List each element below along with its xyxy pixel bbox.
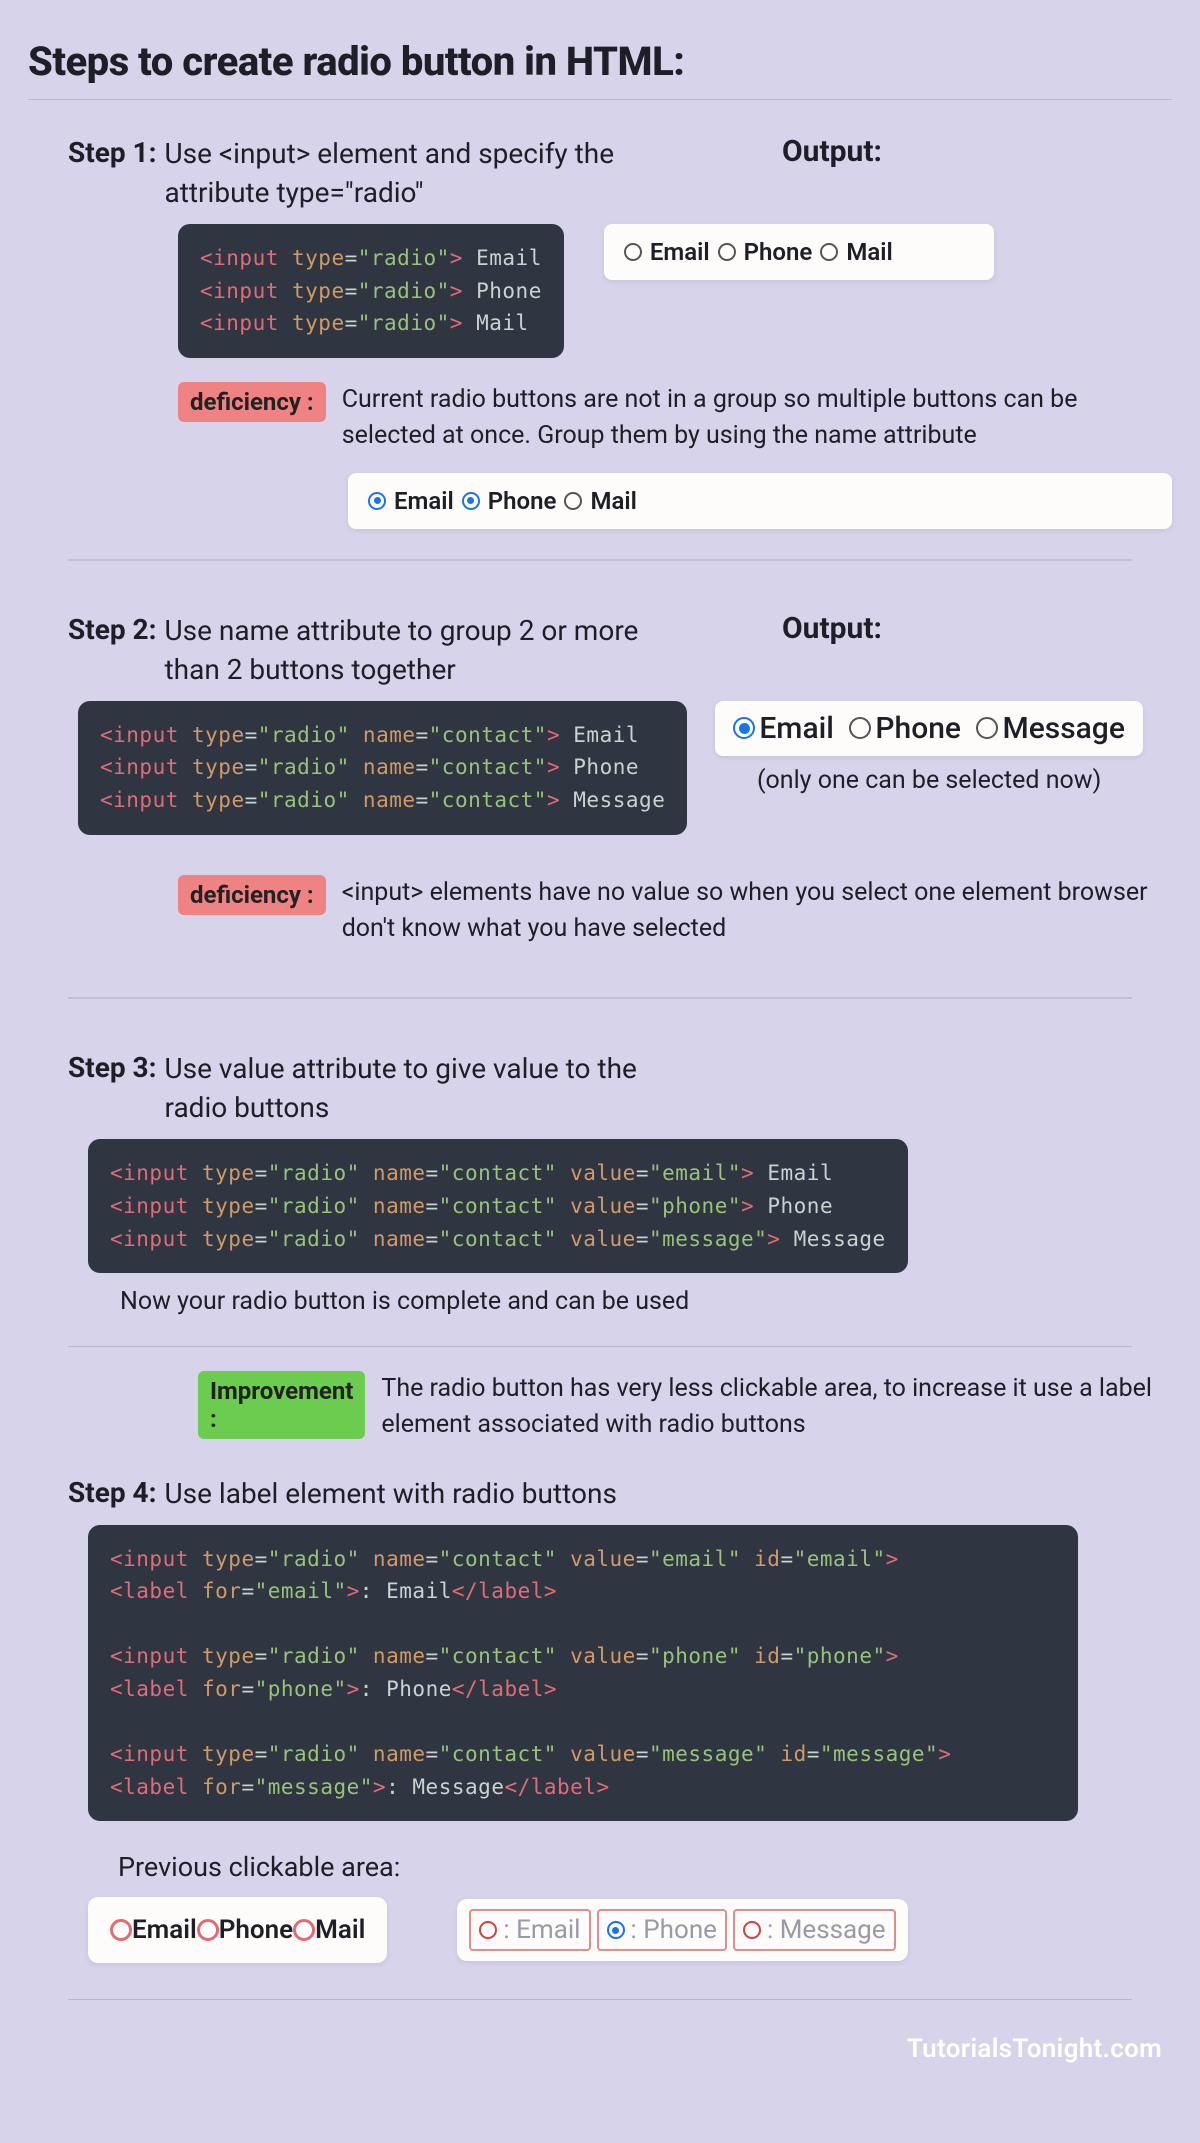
radio-label: Phone bbox=[488, 487, 557, 515]
divider bbox=[28, 99, 1172, 100]
radio-icon[interactable] bbox=[733, 717, 755, 739]
radio-icon[interactable] bbox=[462, 492, 480, 510]
radio-icon[interactable] bbox=[293, 1919, 315, 1941]
new-clickable-demo: : Email : Phone : Message bbox=[457, 1899, 907, 1961]
page-title: Steps to create radio button in HTML: bbox=[28, 38, 1172, 85]
radio-icon[interactable] bbox=[607, 1921, 625, 1939]
step1-code: <input type="radio"> Email<input type="r… bbox=[178, 224, 564, 358]
radio-label: Email bbox=[394, 487, 454, 515]
step2-output: Email Phone Message bbox=[715, 701, 1143, 756]
radio-icon[interactable] bbox=[564, 492, 582, 510]
label-area[interactable]: : Phone bbox=[597, 1909, 727, 1951]
radio-label: Phone bbox=[219, 1915, 293, 1945]
previous-clickable-demo: Email Phone Mail bbox=[88, 1897, 387, 1963]
step2-code: <input type="radio" name="contact"> Emai… bbox=[78, 701, 687, 835]
divider bbox=[68, 1999, 1132, 2000]
deficiency-badge: deficiency : bbox=[178, 875, 326, 915]
step3-note: Now your radio button is complete and ca… bbox=[120, 1287, 1172, 1316]
step2-text: Use name attribute to group 2 or more th… bbox=[165, 611, 655, 689]
radio-label: Mail bbox=[315, 1915, 365, 1945]
radio-label: Mail bbox=[846, 238, 892, 266]
radio-label: Phone bbox=[744, 238, 813, 266]
step3-code: <input type="radio" name="contact" value… bbox=[88, 1139, 908, 1273]
step3-improvement: The radio button has very less clickable… bbox=[381, 1371, 1172, 1444]
radio-icon[interactable] bbox=[743, 1921, 761, 1939]
radio-label: Message bbox=[1002, 711, 1124, 746]
radio-icon[interactable] bbox=[479, 1921, 497, 1939]
improvement-badge: Improvement : bbox=[198, 1371, 365, 1439]
output-label: Output: bbox=[782, 134, 1172, 169]
step1-deficiency-demo: Email Phone Mail bbox=[348, 473, 1172, 529]
deficiency-badge: deficiency : bbox=[178, 382, 326, 422]
output-label: Output: bbox=[782, 611, 1172, 646]
step4-code: <input type="radio" name="contact" value… bbox=[88, 1525, 1078, 1821]
step4-label: Step 4: bbox=[68, 1476, 157, 1509]
radio-label: Email bbox=[759, 711, 834, 746]
radio-label: Phone bbox=[875, 711, 961, 746]
label-area[interactable]: : Email bbox=[469, 1909, 590, 1951]
radio-icon[interactable] bbox=[110, 1919, 132, 1941]
radio-icon[interactable] bbox=[849, 717, 871, 739]
step3-label: Step 3: bbox=[68, 1051, 157, 1084]
radio-icon[interactable] bbox=[820, 243, 838, 261]
step1-text: Use <input> element and specify the attr… bbox=[165, 134, 655, 212]
radio-icon[interactable] bbox=[368, 492, 386, 510]
step2-deficiency: <input> elements have no value so when y… bbox=[342, 875, 1162, 948]
radio-icon[interactable] bbox=[718, 243, 736, 261]
radio-icon[interactable] bbox=[976, 717, 998, 739]
divider bbox=[68, 997, 1132, 999]
divider bbox=[68, 559, 1132, 561]
radio-label: : Email bbox=[503, 1915, 580, 1945]
step1-deficiency: Current radio buttons are not in a group… bbox=[342, 382, 1162, 455]
previous-area-label: Previous clickable area: bbox=[118, 1851, 1172, 1883]
footer-credit: TutorialsTonight.com bbox=[28, 2034, 1172, 2064]
radio-label: : Message bbox=[767, 1915, 886, 1945]
step4-text: Use label element with radio buttons bbox=[165, 1474, 617, 1513]
step2-output-note: (only one can be selected now) bbox=[715, 766, 1143, 795]
radio-label: Email bbox=[132, 1915, 197, 1945]
step1-output: Email Phone Mail bbox=[604, 224, 994, 280]
step1-label: Step 1: bbox=[68, 136, 157, 169]
step3-text: Use value attribute to give value to the… bbox=[165, 1049, 685, 1127]
radio-label: : Phone bbox=[631, 1915, 717, 1945]
step2-label: Step 2: bbox=[68, 613, 157, 646]
radio-label: Mail bbox=[590, 487, 636, 515]
divider bbox=[68, 1346, 1132, 1347]
radio-icon[interactable] bbox=[624, 243, 642, 261]
label-area[interactable]: : Message bbox=[733, 1909, 896, 1951]
radio-label: Email bbox=[650, 238, 710, 266]
radio-icon[interactable] bbox=[197, 1919, 219, 1941]
